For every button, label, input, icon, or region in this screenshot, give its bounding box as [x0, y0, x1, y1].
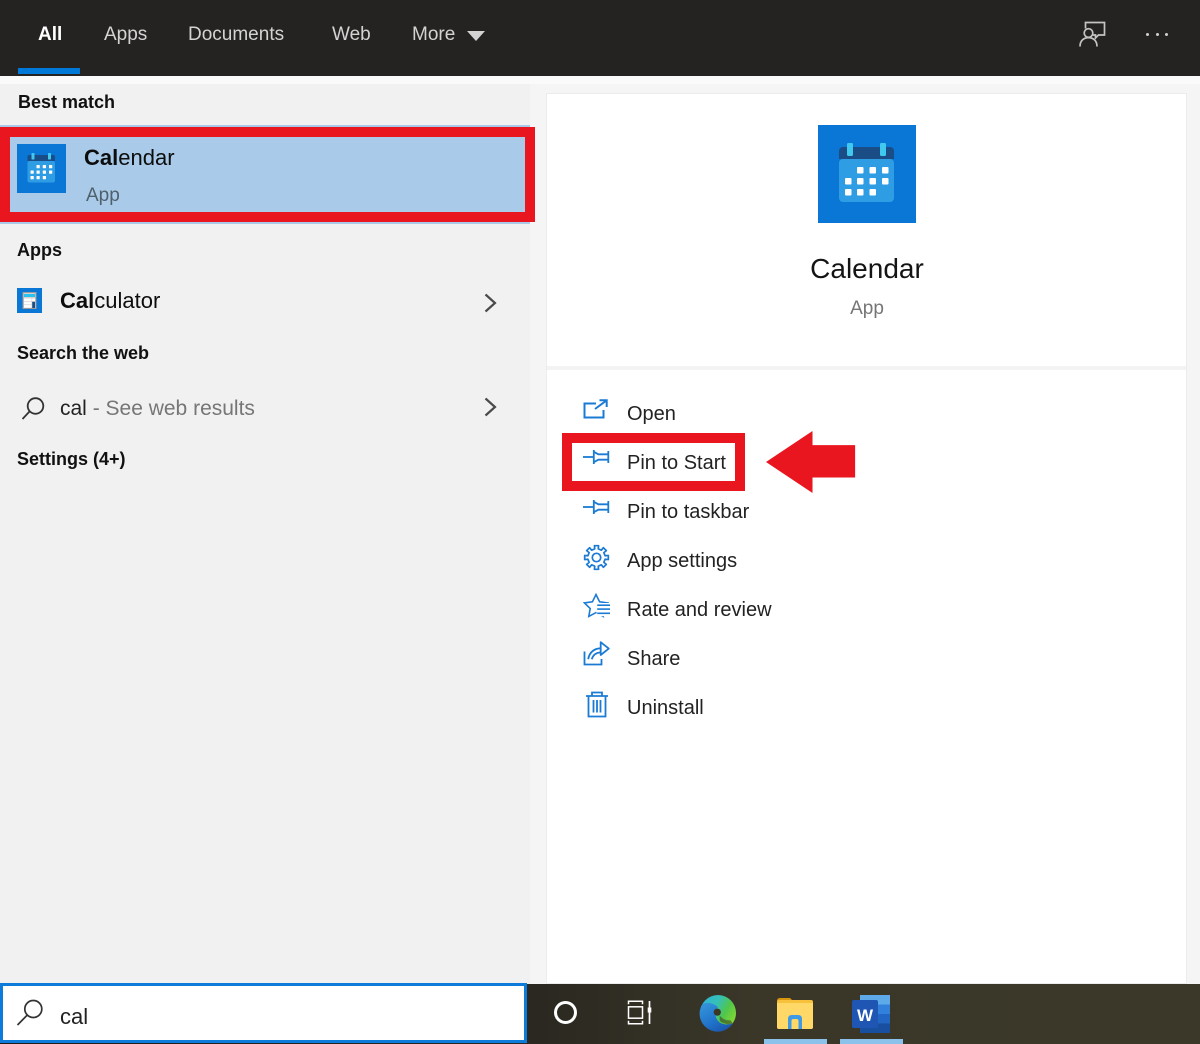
svg-text:W: W	[857, 1006, 874, 1025]
